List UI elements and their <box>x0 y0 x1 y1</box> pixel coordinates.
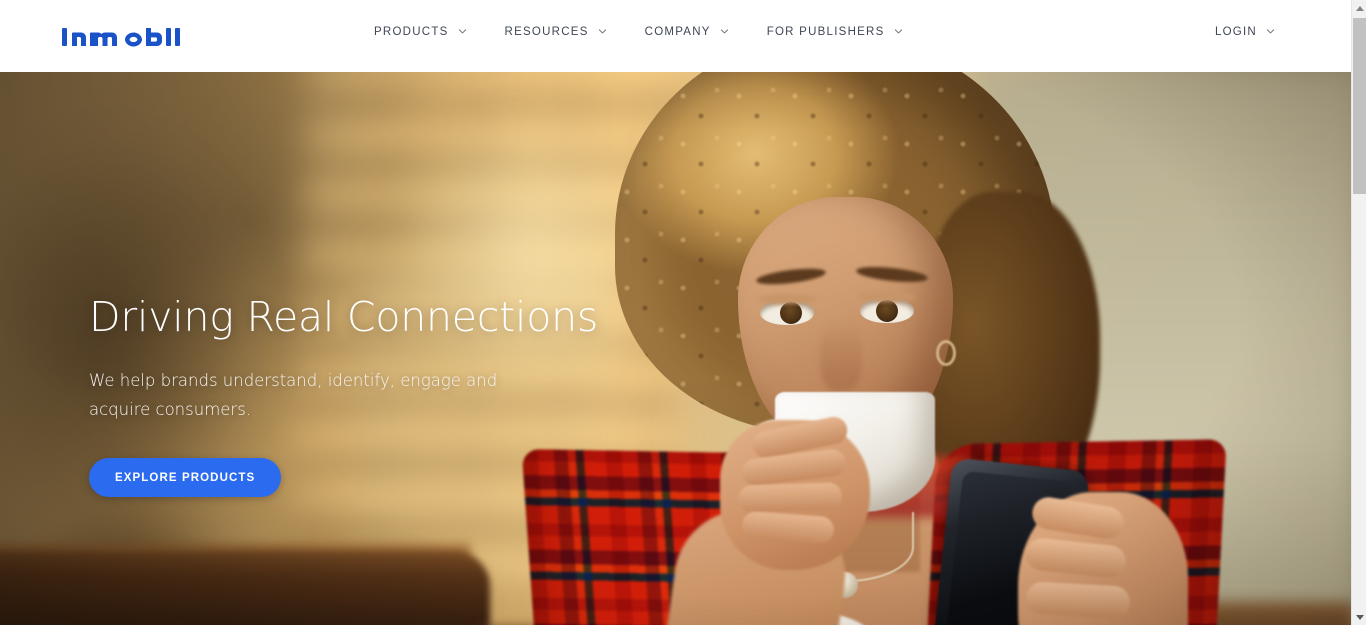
nav-item-label: RESOURCES <box>504 26 589 38</box>
hoop-earring <box>936 340 956 366</box>
hero-title: Driving Real Connections <box>89 293 599 341</box>
chevron-down-icon <box>598 27 607 36</box>
inmobi-wordmark-icon <box>62 28 180 47</box>
hero-copy-block: Driving Real Connections We help brands … <box>89 293 609 497</box>
browser-viewport: PRODUCTS RESOURCES COMPANY FOR PUBLISHER… <box>0 0 1366 625</box>
eyelid-right <box>858 292 916 302</box>
hero-subtitle: We help brands understand, identify, eng… <box>89 371 498 419</box>
login-menu[interactable]: LOGIN <box>1215 26 1275 38</box>
nav-item-label: COMPANY <box>644 26 711 38</box>
woman-photo-subject <box>520 72 1227 625</box>
login-label: LOGIN <box>1214 26 1257 38</box>
arrow-up-glyph <box>1355 5 1364 11</box>
inmobi-logo[interactable] <box>62 24 186 50</box>
iris-left <box>780 302 802 324</box>
nav-item-company[interactable]: COMPANY <box>645 26 729 38</box>
nav-item-label: FOR PUBLISHERS <box>766 26 885 38</box>
eyelid-left <box>758 294 816 304</box>
wooden-table <box>0 552 490 625</box>
arrow-down-glyph <box>1355 614 1364 620</box>
nav-item-products[interactable]: PRODUCTS <box>374 26 467 38</box>
chevron-down-icon <box>1266 27 1275 36</box>
finger <box>737 482 843 513</box>
explore-products-button[interactable]: EXPLORE PRODUCTS <box>89 457 282 497</box>
iris-right <box>876 300 898 322</box>
scroll-up-arrow-icon[interactable] <box>1352 0 1366 16</box>
nav-item-for-publishers[interactable]: FOR PUBLISHERS <box>767 26 903 38</box>
chevron-down-icon <box>894 27 903 36</box>
scroll-down-arrow-icon[interactable] <box>1352 609 1366 625</box>
chevron-down-icon <box>458 27 467 36</box>
finger <box>1025 581 1131 619</box>
hero-section: Driving Real Connections We help brands … <box>0 72 1351 625</box>
nav-item-label: PRODUCTS <box>374 26 449 38</box>
main-navigation: PRODUCTS RESOURCES COMPANY FOR PUBLISHER… <box>374 26 903 38</box>
chevron-down-icon <box>720 27 729 36</box>
page-content: PRODUCTS RESOURCES COMPANY FOR PUBLISHER… <box>0 0 1351 625</box>
page-scrollbar[interactable] <box>1351 0 1366 625</box>
site-header: PRODUCTS RESOURCES COMPANY FOR PUBLISHER… <box>0 0 1351 72</box>
nose <box>820 322 862 392</box>
scrollbar-thumb[interactable] <box>1353 18 1366 194</box>
nav-item-resources[interactable]: RESOURCES <box>505 26 607 38</box>
